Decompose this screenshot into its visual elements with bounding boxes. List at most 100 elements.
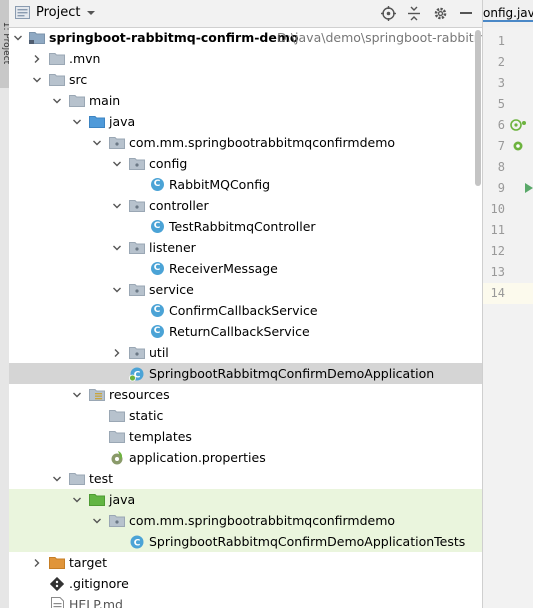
settings-gear-icon[interactable] [432,5,448,21]
tree-row-confirm-callback-service[interactable]: C ConfirmCallbackService [9,300,482,321]
expand-arrow-icon[interactable] [91,515,103,527]
spring-boot-test-class-icon: C [129,534,145,550]
collapse-all-icon[interactable] [406,5,422,21]
line-number: 1 [497,34,505,48]
tree-label-target: target [69,555,108,570]
expand-arrow-icon[interactable] [91,137,103,149]
project-tool-tab[interactable]: 1: Project [0,0,11,88]
svg-text:C: C [134,538,141,548]
tree-row-main-java[interactable]: java [9,111,482,132]
expand-arrow-icon[interactable] [111,158,123,170]
tree-label-test-controller: TestRabbitmqController [169,219,316,234]
tree-label-application-properties: application.properties [129,450,266,465]
expand-arrow-icon[interactable] [71,494,83,506]
line-number: 12 [490,244,505,258]
tree-row-config[interactable]: config [9,153,482,174]
tree-label-confirm-callback-service: ConfirmCallbackService [169,303,318,318]
tree-row-templates[interactable]: templates [9,426,482,447]
gutter-line: 7 [483,136,533,157]
tree-row-util[interactable]: util [9,342,482,363]
source-folder-icon [89,114,105,130]
tree-row-test[interactable]: test [9,468,482,489]
gutter-line: 8 [483,157,533,178]
git-file-icon [49,576,65,592]
expand-arrow-icon[interactable] [111,242,123,254]
tree-row-application-tests[interactable]: C SpringbootRabbitmqConfirmDemoApplicati… [9,531,482,552]
tree-row-root[interactable]: springboot-rabbitmq-confirm-demo D:\java… [9,27,482,48]
tree-row-receiver-message[interactable]: C ReceiverMessage [9,258,482,279]
test-source-folder-icon [89,492,105,508]
tree-row-static[interactable]: static [9,405,482,426]
hide-panel-icon[interactable] [458,5,474,21]
java-class-icon: C [149,303,165,319]
line-number: 5 [497,97,505,111]
tree-root-path: D:\java\demo\springboot-rabbitm [277,30,482,45]
run-icon[interactable] [524,182,533,197]
folder-icon [49,72,65,88]
expand-arrow-icon[interactable] [71,116,83,128]
line-number: 14 [490,286,505,300]
module-folder-icon [29,30,45,46]
collapse-arrow-icon[interactable] [31,53,43,65]
locate-target-icon[interactable] [380,5,396,21]
tree-label-config: config [149,156,188,171]
collapse-arrow-icon[interactable] [111,347,123,359]
tree-row-help[interactable]: HELP.md [9,594,482,608]
package-icon [129,198,145,214]
tree-row-listener[interactable]: listener [9,237,482,258]
java-class-icon: C [149,324,165,340]
gutter-line: 6 [483,115,533,136]
gutter-line: 11 [483,220,533,241]
tree-row-application-properties[interactable]: application.properties [9,447,482,468]
java-class-icon: C [149,177,165,193]
tree-label-src: src [69,72,88,87]
tree-row-return-callback-service[interactable]: C ReturnCallbackService [9,321,482,342]
collapse-arrow-icon[interactable] [31,557,43,569]
tree-row-controller[interactable]: controller [9,195,482,216]
spring-config-gutter-icon[interactable] [510,118,526,135]
editor-tab[interactable]: onfig.java [483,0,533,28]
line-number: 3 [497,76,505,90]
tree-row-test-controller[interactable]: C TestRabbitmqController [9,216,482,237]
java-class-icon: C [149,219,165,235]
tree-label-main-java: java [109,114,136,129]
tree-row-application[interactable]: C SpringbootRabbitmqConfirmDemoApplicati… [9,363,482,384]
tree-row-target[interactable]: target [9,552,482,573]
tree-row-test-package[interactable]: com.mm.springbootrabbitmqconfirmdemo [9,510,482,531]
chevron-down-icon [87,10,96,15]
gutter-line-current: 14 [483,283,533,304]
tree-row-main-package[interactable]: com.mm.springbootrabbitmqconfirmdemo [9,132,482,153]
package-icon [129,240,145,256]
tree-row-src[interactable]: src [9,69,482,90]
expand-arrow-icon[interactable] [111,200,123,212]
tree-label-test-package: com.mm.springbootrabbitmqconfirmdemo [129,513,396,528]
project-tree: springboot-rabbitmq-confirm-demo D:\java… [9,27,482,608]
gutter-line: 5 [483,94,533,115]
expand-arrow-icon[interactable] [51,473,63,485]
project-view-selector[interactable]: Project [15,5,96,20]
tree-scrollbar-thumb[interactable] [475,30,481,186]
project-panel: Project springboot-rabbitmq-confirm-demo… [9,0,482,608]
line-number: 11 [490,223,505,237]
package-icon [129,282,145,298]
expand-arrow-icon[interactable] [31,74,43,86]
expand-arrow-icon[interactable] [51,95,63,107]
tree-label-test: test [89,471,114,486]
expand-arrow-icon[interactable] [71,389,83,401]
tree-row-test-java[interactable]: java [9,489,482,510]
spring-bean-gutter-icon[interactable] [512,139,526,156]
folder-icon [69,93,85,109]
tree-label-listener: listener [149,240,196,255]
line-number: 10 [490,202,505,216]
package-icon [109,513,125,529]
expand-arrow-icon[interactable] [12,32,24,44]
tree-row-gitignore[interactable]: .gitignore [9,573,482,594]
expand-arrow-icon[interactable] [111,284,123,296]
tree-row-mvn[interactable]: .mvn [9,48,482,69]
tree-row-rabbitmq-config[interactable]: C RabbitMQConfig [9,174,482,195]
tree-row-main[interactable]: main [9,90,482,111]
tree-label-controller: controller [149,198,209,213]
tree-row-service[interactable]: service [9,279,482,300]
tree-row-resources[interactable]: resources [9,384,482,405]
line-number: 13 [490,265,505,279]
